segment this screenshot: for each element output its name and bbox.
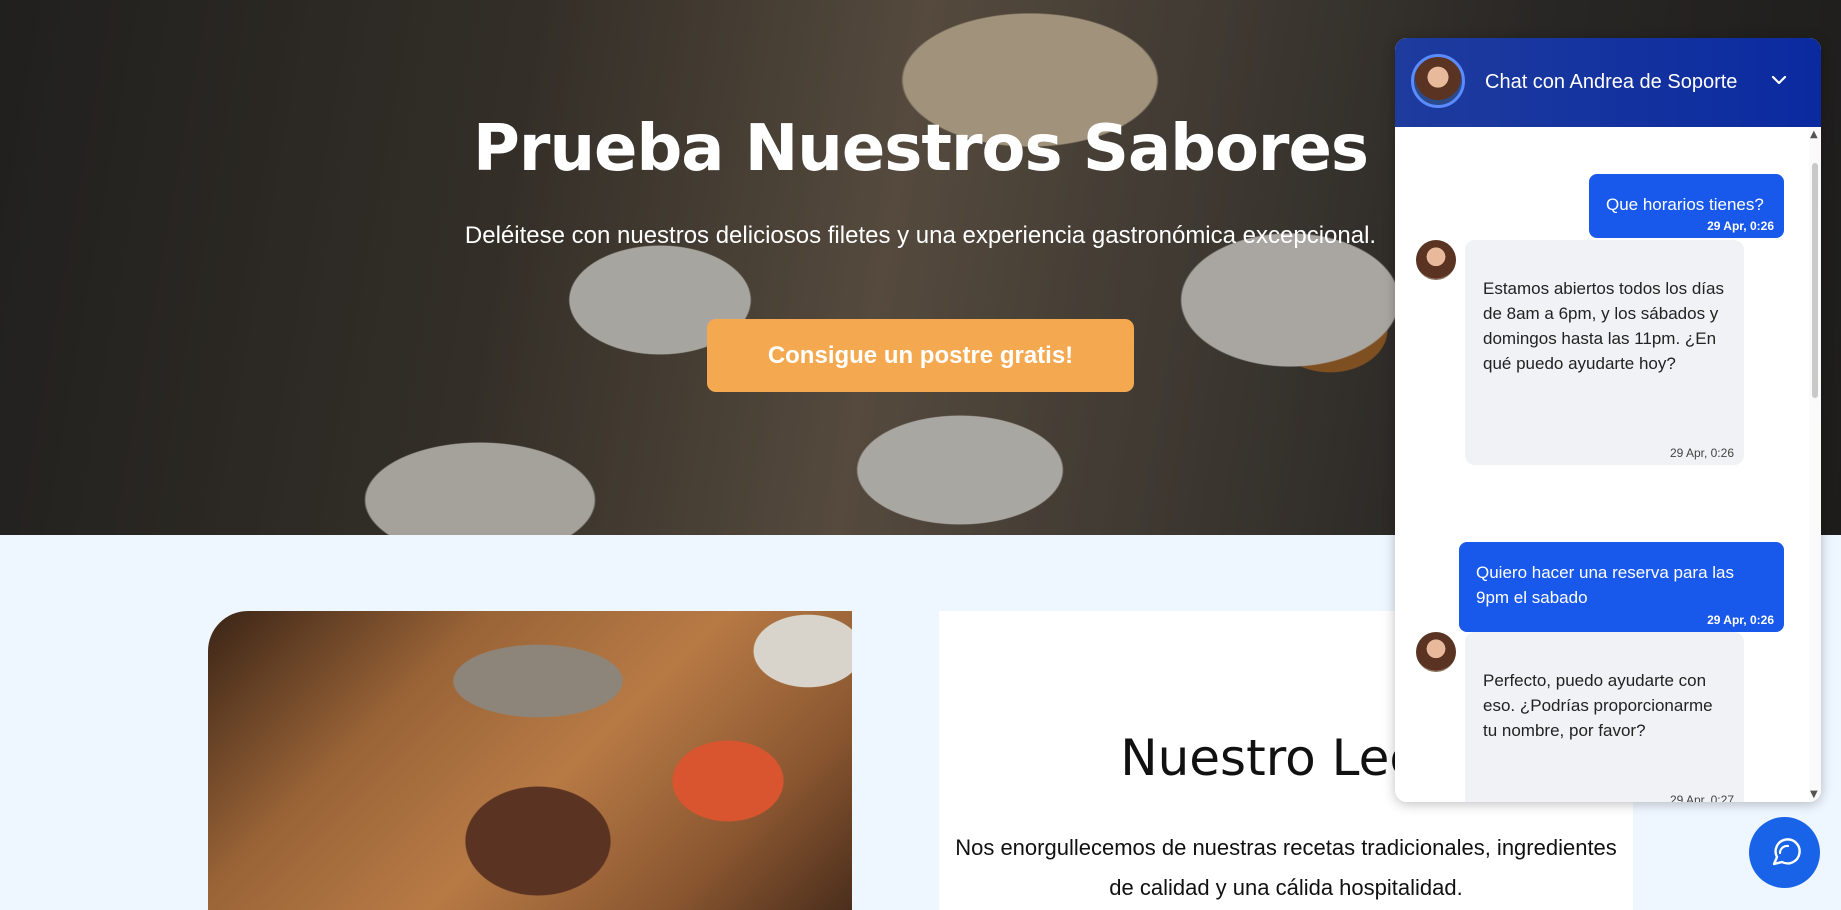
chat-launcher-button[interactable] — [1749, 817, 1820, 888]
scroll-up-icon[interactable]: ▲ — [1810, 129, 1818, 140]
chevron-down-icon[interactable] — [1767, 68, 1791, 92]
message-text: Perfecto, puedo ayudarte con eso. ¿Podrí… — [1483, 671, 1713, 740]
message-text: Quiero hacer una reserva para las 9pm el… — [1476, 563, 1734, 607]
scroll-thumb[interactable] — [1812, 163, 1818, 398]
free-dessert-button[interactable]: Consigue un postre gratis! — [707, 319, 1134, 392]
chat-title: Chat con Andrea de Soporte — [1485, 71, 1738, 93]
chat-messages[interactable]: Que horarios tienes? 29 Apr, 0:26 Estamo… — [1395, 127, 1821, 802]
agent-avatar-small — [1416, 632, 1456, 672]
legacy-text: Nos enorgullecemos de nuestras recetas t… — [955, 835, 1617, 900]
chat-window: Chat con Andrea de Soporte Que horarios … — [1395, 38, 1821, 802]
message-time: 29 Apr, 0:26 — [1707, 613, 1774, 627]
scroll-down-icon[interactable]: ▼ — [1810, 789, 1818, 800]
steak-image — [208, 611, 852, 910]
agent-avatar — [1411, 54, 1465, 108]
agent-message: Estamos abiertos todos los días de 8am a… — [1465, 240, 1744, 465]
message-time: 29 Apr, 0:26 — [1669, 446, 1734, 460]
message-text: Estamos abiertos todos los días de 8am a… — [1483, 279, 1724, 373]
agent-message: Perfecto, puedo ayudarte con eso. ¿Podrí… — [1465, 632, 1744, 802]
user-message: Quiero hacer una reserva para las 9pm el… — [1459, 542, 1784, 632]
chat-bubble-icon — [1772, 837, 1801, 865]
message-time: 29 Apr, 0:27 — [1669, 793, 1734, 802]
message-time: 29 Apr, 0:26 — [1707, 219, 1774, 233]
chat-header[interactable]: Chat con Andrea de Soporte — [1395, 38, 1821, 127]
message-text: Que horarios tienes? — [1606, 195, 1764, 214]
agent-avatar-small — [1416, 240, 1456, 280]
user-message: Que horarios tienes? 29 Apr, 0:26 — [1589, 174, 1784, 238]
chat-scrollbar[interactable]: ▲ ▼ — [1809, 127, 1821, 802]
